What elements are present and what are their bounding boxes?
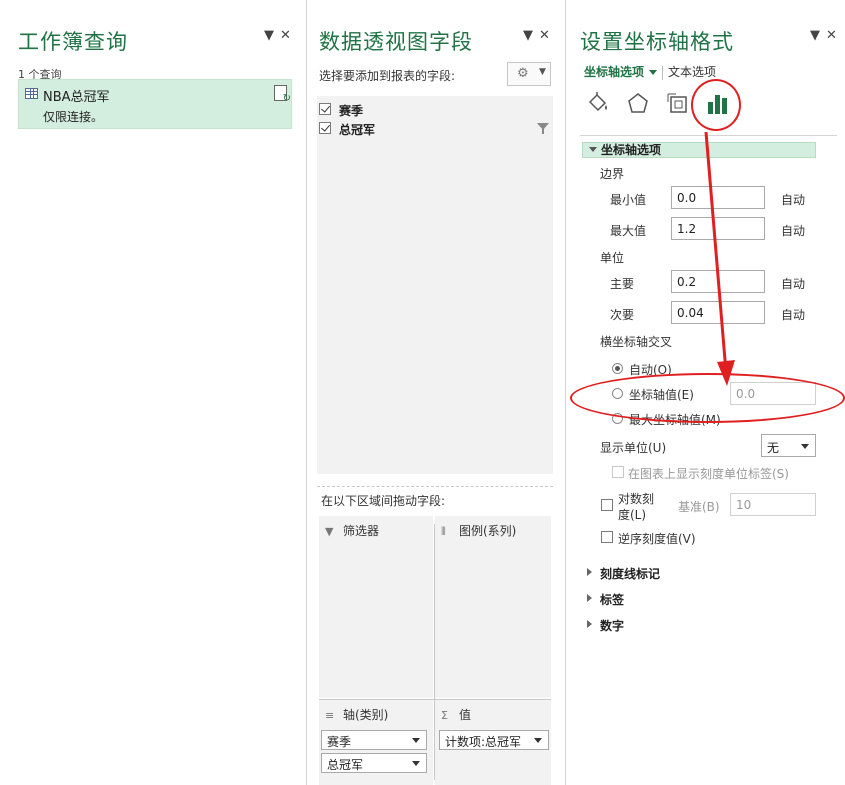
fill-line-icon[interactable] <box>584 90 612 118</box>
axis-field-season[interactable]: 赛季 <box>321 730 427 750</box>
checkbox[interactable] <box>319 122 331 134</box>
close-icon[interactable]: ✕ <box>826 28 837 43</box>
divider <box>662 65 664 80</box>
chevron-down-icon: ▼ <box>539 67 546 77</box>
area-label: 轴(类别) <box>343 708 389 722</box>
refresh-icon[interactable] <box>274 85 291 104</box>
bounds-label: 边界 <box>600 167 625 181</box>
base-label: 基准(B) <box>678 500 720 514</box>
filter-icon[interactable] <box>537 123 549 134</box>
chevron-down-icon[interactable] <box>412 761 420 766</box>
section-tick-marks[interactable]: 刻度线标记 <box>600 565 660 582</box>
field-label: 赛季 <box>339 104 364 118</box>
reverse-order-checkbox[interactable] <box>601 531 613 543</box>
pivot-fields-pane: 数据透视图字段 ▼ ✕ 选择要添加到报表的字段: ⚙ ▼ 赛季 总冠军 在以下区… <box>307 0 565 785</box>
pane-options-caret[interactable]: ▼ <box>810 28 820 43</box>
workbook-queries-pane: 工作簿查询 ▼ ✕ 1 个查询 NBA总冠军 仅限连接。 <box>6 0 306 785</box>
field-settings-button[interactable]: ⚙ ▼ <box>507 62 551 86</box>
query-name: NBA总冠军 <box>43 90 110 105</box>
tab-text-options[interactable]: 文本选项 <box>668 65 716 79</box>
units-label: 单位 <box>600 251 625 265</box>
effects-pentagon-icon[interactable] <box>624 90 652 118</box>
sigma-icon: Σ <box>441 709 448 722</box>
query-status: 仅限连接。 <box>43 110 104 124</box>
field-instruction: 选择要添加到报表的字段: <box>319 69 456 83</box>
section-number[interactable]: 数字 <box>600 617 624 634</box>
section-axis-options[interactable]: 坐标轴选项 <box>582 142 816 158</box>
tab-axis-options[interactable]: 坐标轴选项 <box>584 65 644 79</box>
reverse-order-label[interactable]: 逆序刻度值(V) <box>618 530 696 547</box>
pane-options-caret[interactable]: ▼ <box>523 28 533 43</box>
log-scale-label-2: 度(L) <box>618 508 647 522</box>
gear-icon: ⚙ <box>517 66 529 81</box>
max-label: 最大值 <box>610 224 647 238</box>
table-icon <box>25 88 38 99</box>
expand-icon[interactable] <box>587 620 592 628</box>
pane-title: 设置坐标轴格式 <box>580 30 734 54</box>
size-properties-icon[interactable] <box>664 90 692 118</box>
radio-auto[interactable] <box>612 363 623 374</box>
legend-icon: ⦀ <box>441 525 446 538</box>
pane-options-caret[interactable]: ▼ <box>264 28 274 43</box>
checkbox[interactable] <box>319 103 331 115</box>
base-input[interactable]: 10 <box>730 493 816 516</box>
show-units-checkbox[interactable] <box>612 466 624 478</box>
drag-instruction: 在以下区域间拖动字段: <box>321 494 446 508</box>
pill-label: 总冠军 <box>327 758 364 772</box>
show-units-label: 在图表上显示刻度单位标签(S) <box>628 467 789 481</box>
select-value: 无 <box>767 441 780 455</box>
axis-icon: ≡ <box>325 709 335 722</box>
filters-area[interactable]: ▼ 筛选器 <box>319 516 433 698</box>
field-label: 总冠军 <box>339 123 376 137</box>
min-auto-label[interactable]: 自动 <box>781 191 805 208</box>
chevron-down-icon[interactable] <box>412 738 420 743</box>
display-units-select[interactable]: 无 <box>761 434 816 457</box>
query-item[interactable]: NBA总冠军 仅限连接。 <box>18 79 292 129</box>
area-label: 图例(系列) <box>459 524 517 538</box>
annotation-ellipse-axis-value <box>570 373 845 423</box>
display-units-label: 显示单位(U) <box>600 441 667 455</box>
chevron-down-icon[interactable] <box>534 738 542 743</box>
pane-title: 工作簿查询 <box>18 30 128 54</box>
min-label: 最小值 <box>610 193 647 207</box>
legend-area[interactable]: ⦀ 图例(系列) <box>435 516 551 698</box>
pill-label: 赛季 <box>327 735 352 749</box>
minor-auto-label[interactable]: 自动 <box>781 306 805 323</box>
divider <box>319 699 551 700</box>
field-item-season[interactable]: 赛季 <box>319 100 551 118</box>
axis-field-champion[interactable]: 总冠军 <box>321 753 427 773</box>
section-labels[interactable]: 标签 <box>600 591 624 608</box>
minor-unit-input[interactable]: 0.04 <box>671 301 765 324</box>
area-label: 值 <box>459 708 472 722</box>
divider <box>317 486 553 487</box>
options-tabs: 坐标轴选项 文本选项 <box>584 63 716 80</box>
divider <box>580 135 837 136</box>
major-label: 主要 <box>610 277 635 291</box>
annotation-circle-icon-highlight <box>691 79 741 131</box>
expand-icon[interactable] <box>587 594 592 602</box>
cross-label: 横坐标轴交叉 <box>600 335 673 349</box>
log-scale-label-1: 对数刻 <box>618 492 655 506</box>
field-list: 赛季 总冠军 <box>317 96 553 474</box>
pill-label: 计数项:总冠军 <box>445 735 522 749</box>
min-value-input[interactable]: 0.0 <box>671 186 765 209</box>
close-icon[interactable]: ✕ <box>539 28 550 43</box>
field-item-champion[interactable]: 总冠军 <box>319 119 551 137</box>
max-auto-label[interactable]: 自动 <box>781 222 805 239</box>
log-scale-checkbox[interactable] <box>601 499 613 511</box>
chevron-down-icon[interactable] <box>649 70 658 75</box>
filter-icon: ▼ <box>325 525 334 538</box>
chevron-down-icon[interactable] <box>801 444 809 449</box>
expand-icon[interactable] <box>587 568 592 576</box>
minor-label: 次要 <box>610 308 635 322</box>
value-field-count[interactable]: 计数项:总冠军 <box>439 730 549 750</box>
close-icon[interactable]: ✕ <box>280 28 291 43</box>
pane-title: 数据透视图字段 <box>319 30 473 54</box>
divider <box>434 524 435 780</box>
area-label: 筛选器 <box>343 524 380 538</box>
major-auto-label[interactable]: 自动 <box>781 275 805 292</box>
major-unit-input[interactable]: 0.2 <box>671 270 765 293</box>
max-value-input[interactable]: 1.2 <box>671 217 765 240</box>
